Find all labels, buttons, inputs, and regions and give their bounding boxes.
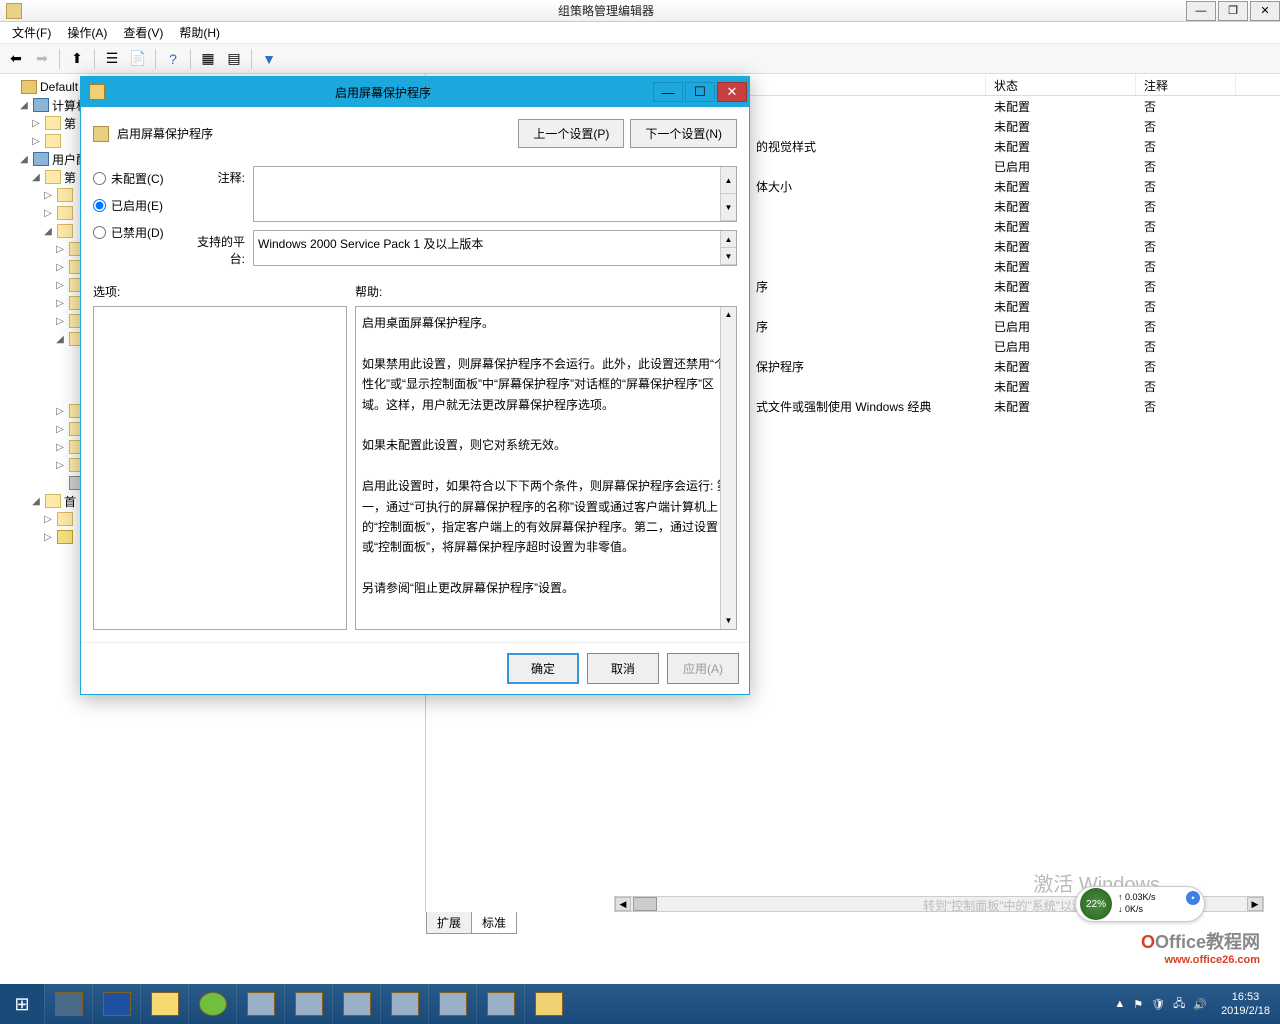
radio-not-configured[interactable]: 未配置(C) <box>93 170 183 187</box>
separator <box>59 49 60 69</box>
taskbar-explorer[interactable] <box>140 984 188 1024</box>
system-tray: ▲ ⚑ 🛡 🖧 🔊 16:53 2019/2/18 <box>1110 984 1280 1024</box>
dialog-close-button[interactable]: ✕ <box>717 82 747 102</box>
help-text: 另请参阅“阻止更改屏幕保护程序”设置。 <box>362 578 730 598</box>
help-text: 启用此设置时，如果符合以下下两个条件，则屏幕保护程序会运行: 第一，通过“可执行… <box>362 476 730 558</box>
platform-field: Windows 2000 Service Pack 1 及以上版本 ▲▼ <box>253 230 737 266</box>
spin-down-icon[interactable]: ▼ <box>721 248 736 265</box>
radio-enabled[interactable]: 已启用(E) <box>93 197 183 214</box>
forward-button[interactable]: ➡ <box>30 47 54 71</box>
taskbar-clock[interactable]: 16:53 2019/2/18 <box>1211 990 1280 1019</box>
policy-icon <box>93 126 109 142</box>
menubar: 文件(F) 操作(A) 查看(V) 帮助(H) <box>0 22 1280 44</box>
tab-standard[interactable]: 标准 <box>471 912 517 934</box>
start-button[interactable]: ⊞ <box>0 984 44 1024</box>
scroll-left-button[interactable]: ◀ <box>615 897 631 911</box>
taskbar-app[interactable] <box>428 984 476 1024</box>
label-note: 注释: <box>193 166 253 222</box>
platform-text: Windows 2000 Service Pack 1 及以上版本 <box>258 237 483 251</box>
tray-network-icon[interactable]: 🖧 <box>1169 995 1189 1014</box>
taskbar-gpedit[interactable] <box>524 984 572 1024</box>
help-text: 启用桌面屏幕保护程序。 <box>362 313 730 333</box>
tool2-button[interactable]: ▤ <box>222 47 246 71</box>
label-help: 帮助: <box>355 283 382 300</box>
usage-percent: 22% <box>1080 888 1112 920</box>
upload-speed: ↑ 0.03K/s <box>1118 892 1156 904</box>
toolbar: ⬅ ➡ ⬆ ☰ 📄 ? ▦ ▤ ▼ <box>0 44 1280 74</box>
app-icon <box>6 3 22 19</box>
menu-view[interactable]: 查看(V) <box>115 22 171 43</box>
label-options: 选项: <box>93 283 355 300</box>
dialog-maximize-button[interactable]: ☐ <box>685 82 715 102</box>
minimize-button[interactable]: — <box>1186 1 1216 21</box>
tray-shield-icon[interactable]: 🛡 <box>1147 998 1169 1011</box>
site-watermark: OOffice教程网 www.office26.com <box>1141 928 1260 966</box>
filter-button[interactable]: ▼ <box>257 47 281 71</box>
help-text: 如果未配置此设置，则它对系统无效。 <box>362 435 730 455</box>
maximize-button[interactable]: ❐ <box>1218 1 1248 21</box>
help-text: 如果禁用此设置，则屏幕保护程序不会运行。此外，此设置还禁用“个性化”或“显示控制… <box>362 354 730 415</box>
up-button[interactable]: ⬆ <box>65 47 89 71</box>
widget-badge[interactable]: • <box>1186 891 1200 905</box>
help-pane[interactable]: 启用桌面屏幕保护程序。 如果禁用此设置，则屏幕保护程序不会运行。此外，此设置还禁… <box>355 306 737 630</box>
policy-settings-dialog: 启用屏幕保护程序 — ☐ ✕ 启用屏幕保护程序 上一个设置(P) 下一个设置(N… <box>80 76 750 695</box>
next-setting-button[interactable]: 下一个设置(N) <box>630 119 737 148</box>
back-button[interactable]: ⬅ <box>4 47 28 71</box>
separator <box>155 49 156 69</box>
taskbar-powershell[interactable] <box>92 984 140 1024</box>
close-button[interactable]: ✕ <box>1250 1 1280 21</box>
scroll-right-button[interactable]: ▶ <box>1247 897 1263 911</box>
spin-up-icon[interactable]: ▲ <box>721 231 736 248</box>
dialog-titlebar[interactable]: 启用屏幕保护程序 — ☐ ✕ <box>81 77 749 107</box>
view-tabs: 扩展 标准 <box>426 912 516 934</box>
window-title: 组策略管理编辑器 <box>28 2 1184 19</box>
show-hide-button[interactable]: ☰ <box>100 47 124 71</box>
radio-disabled[interactable]: 已禁用(D) <box>93 224 183 241</box>
spin-up-icon[interactable]: ▲ <box>721 167 736 194</box>
apply-button[interactable]: 应用(A) <box>667 653 739 684</box>
col-state[interactable]: 状态 <box>986 74 1136 95</box>
tray-sound-icon[interactable]: 🔊 <box>1189 998 1211 1011</box>
cancel-button[interactable]: 取消 <box>587 653 659 684</box>
taskbar-app[interactable] <box>380 984 428 1024</box>
help-button[interactable]: ? <box>161 47 185 71</box>
col-note[interactable]: 注释 <box>1136 74 1236 95</box>
policy-heading: 启用屏幕保护程序 <box>117 125 512 142</box>
label-platform: 支持的平台: <box>193 230 253 267</box>
taskbar-ie[interactable] <box>188 984 236 1024</box>
export-button[interactable]: 📄 <box>126 47 150 71</box>
dialog-title: 启用屏幕保护程序 <box>113 84 653 101</box>
separator <box>94 49 95 69</box>
tab-extended[interactable]: 扩展 <box>426 912 472 934</box>
note-field[interactable]: ▲▼ <box>253 166 737 222</box>
scroll-down-icon[interactable]: ▼ <box>721 613 736 629</box>
previous-setting-button[interactable]: 上一个设置(P) <box>518 119 624 148</box>
spin-down-icon[interactable]: ▼ <box>721 194 736 221</box>
main-titlebar: 组策略管理编辑器 — ❐ ✕ <box>0 0 1280 22</box>
taskbar-app[interactable] <box>236 984 284 1024</box>
tool1-button[interactable]: ▦ <box>196 47 220 71</box>
download-speed: ↓ 0K/s <box>1118 904 1156 916</box>
dialog-minimize-button[interactable]: — <box>653 82 683 102</box>
taskbar-server-manager[interactable] <box>44 984 92 1024</box>
separator <box>251 49 252 69</box>
menu-file[interactable]: 文件(F) <box>4 22 59 43</box>
tray-up-icon[interactable]: ▲ <box>1110 998 1129 1010</box>
scroll-thumb[interactable] <box>633 897 657 911</box>
options-pane[interactable] <box>93 306 347 630</box>
network-speed-widget[interactable]: 22% ↑ 0.03K/s ↓ 0K/s • <box>1075 886 1205 922</box>
taskbar-app[interactable] <box>476 984 524 1024</box>
taskbar-app[interactable] <box>332 984 380 1024</box>
taskbar-app[interactable] <box>284 984 332 1024</box>
menu-action[interactable]: 操作(A) <box>59 22 115 43</box>
scroll-up-icon[interactable]: ▲ <box>721 307 736 323</box>
separator <box>190 49 191 69</box>
tray-flag-icon[interactable]: ⚑ <box>1129 998 1147 1011</box>
dialog-icon <box>89 84 105 100</box>
ok-button[interactable]: 确定 <box>507 653 579 684</box>
menu-help[interactable]: 帮助(H) <box>171 22 228 43</box>
taskbar: ⊞ ▲ ⚑ 🛡 🖧 🔊 16:53 2019/2/18 <box>0 984 1280 1024</box>
